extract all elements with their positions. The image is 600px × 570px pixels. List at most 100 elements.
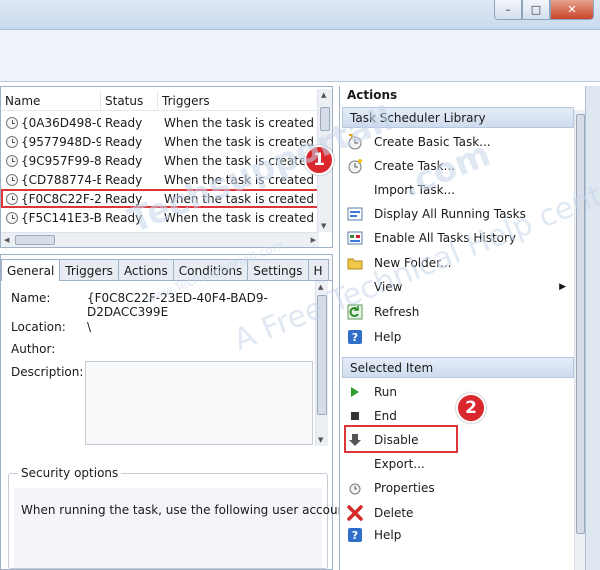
step-2-badge: 2 <box>456 393 486 423</box>
action-label: End <box>374 409 397 423</box>
svg-text:?: ? <box>352 331 358 344</box>
task-name: {9C957F99-8... <box>21 153 101 168</box>
scroll-thumb[interactable] <box>15 235 55 245</box>
description-field[interactable] <box>85 361 313 445</box>
actions-vertical-scrollbar[interactable] <box>574 110 585 570</box>
table-row[interactable]: {9C957F99-8... Ready When the task is cr… <box>1 151 319 170</box>
properties-icon <box>346 479 364 497</box>
action-export[interactable]: Export... <box>346 453 572 475</box>
clock-icon <box>6 173 18 186</box>
column-status[interactable]: Status <box>101 91 158 110</box>
table-row-selected[interactable]: {F0C8C22F-2... Ready When the task is cr… <box>1 189 319 208</box>
action-label: Properties <box>374 481 435 495</box>
task-trigger: When the task is created or m <box>164 153 319 168</box>
window-right-border <box>585 86 600 570</box>
delete-icon <box>346 504 364 522</box>
clock-icon <box>6 192 18 205</box>
task-trigger: When the task is created or m <box>164 115 319 130</box>
svg-text:?: ? <box>352 529 358 542</box>
location-value: \ <box>87 320 92 334</box>
tab-settings[interactable]: Settings <box>247 259 309 280</box>
security-account-text: When running the task, use the following… <box>21 503 354 517</box>
task-status: Ready <box>105 191 143 206</box>
clock-icon <box>6 116 18 129</box>
table-row[interactable]: {F5C141E3-B... Ready When the task is cr… <box>1 208 319 227</box>
tab-general[interactable]: General <box>1 259 61 281</box>
toolbar-area <box>0 30 600 82</box>
task-name: {9577948D-9... <box>21 134 101 149</box>
action-create-task[interactable]: Create Task... <box>346 155 572 177</box>
details-tabs: General Triggers Actions Conditions Sett… <box>1 259 332 281</box>
action-delete[interactable]: Delete <box>346 502 572 524</box>
action-refresh[interactable]: Refresh <box>346 301 572 323</box>
refresh-icon <box>346 303 364 321</box>
clock-icon <box>6 135 18 148</box>
action-label: Display All Running Tasks <box>374 207 526 221</box>
actions-pane: Actions Task Scheduler Library Create Ba… <box>339 86 585 570</box>
action-label: Export... <box>374 457 425 471</box>
history-icon <box>346 229 364 247</box>
clock-icon <box>6 211 18 224</box>
table-row[interactable]: {CD788774-E... Ready When the task is cr… <box>1 170 319 189</box>
section-selected-item[interactable]: Selected Item <box>342 357 574 378</box>
maximize-button[interactable]: □ <box>522 0 550 20</box>
action-properties[interactable]: Properties <box>346 477 572 499</box>
author-label: Author: <box>11 342 56 356</box>
action-view[interactable]: View ▶ <box>346 276 572 298</box>
action-enable-tasks-history[interactable]: Enable All Tasks History <box>346 227 572 249</box>
scroll-up-icon[interactable]: ▲ <box>321 91 326 99</box>
task-name: {F5C141E3-B... <box>21 210 101 225</box>
column-triggers[interactable]: Triggers <box>158 91 319 110</box>
folder-icon <box>346 254 364 272</box>
tab-conditions[interactable]: Conditions <box>172 259 249 280</box>
scroll-down-icon[interactable]: ▼ <box>321 222 326 230</box>
table-row[interactable]: {9577948D-9... Ready When the task is cr… <box>1 132 319 151</box>
action-label: Help <box>374 528 402 542</box>
name-value: {F0C8C22F-23ED-40F4-BAD9-D2DACC399E <box>87 291 268 319</box>
task-status: Ready <box>105 115 143 130</box>
close-button[interactable]: ✕ <box>550 0 594 20</box>
column-name[interactable]: Name <box>1 91 101 110</box>
task-status: Ready <box>105 153 143 168</box>
action-help[interactable]: ? Help <box>346 326 572 348</box>
help-icon: ? <box>346 328 364 346</box>
action-create-basic-task[interactable]: Create Basic Task... <box>346 131 572 153</box>
help-icon: ? <box>346 526 364 544</box>
action-new-folder[interactable]: New Folder... <box>346 252 572 274</box>
task-status: Ready <box>105 134 143 149</box>
scroll-up-icon[interactable]: ▲ <box>318 283 323 291</box>
task-list-pane: Name Status Triggers {0A36D498-0... Read… <box>0 86 333 248</box>
minimize-button[interactable]: – <box>494 0 522 20</box>
task-list-horizontal-scrollbar[interactable]: ◀ ▶ <box>1 232 319 247</box>
details-vertical-scrollbar[interactable]: ▲ ▼ <box>315 281 328 446</box>
create-task-icon <box>346 157 364 175</box>
scroll-right-icon[interactable]: ▶ <box>311 236 316 244</box>
task-trigger: When the task is created or m <box>164 210 319 225</box>
section-task-scheduler-library[interactable]: Task Scheduler Library <box>342 107 574 128</box>
action-label: Enable All Tasks History <box>374 231 517 245</box>
task-trigger: When the task is created or m <box>164 191 319 206</box>
scroll-down-icon[interactable]: ▼ <box>318 436 323 444</box>
scroll-thumb[interactable] <box>317 295 327 415</box>
scroll-thumb[interactable] <box>576 114 585 534</box>
task-trigger: When the task is created or m <box>164 134 319 149</box>
action-label: View <box>374 280 403 294</box>
task-name: {F0C8C22F-2... <box>21 191 101 206</box>
tab-history[interactable]: H <box>307 259 329 280</box>
action-label: New Folder... <box>374 256 452 270</box>
submenu-arrow-icon: ▶ <box>559 282 566 292</box>
action-help-selected[interactable]: ? Help <box>346 526 572 544</box>
table-row[interactable]: {0A36D498-0... Ready When the task is cr… <box>1 113 319 132</box>
disable-highlight-box <box>344 425 458 453</box>
scroll-left-icon[interactable]: ◀ <box>4 236 9 244</box>
tab-actions[interactable]: Actions <box>117 259 174 280</box>
tab-triggers[interactable]: Triggers <box>59 259 119 280</box>
action-display-running-tasks[interactable]: Display All Running Tasks <box>346 203 572 225</box>
action-import-task[interactable]: Import Task... <box>346 179 572 201</box>
task-details-pane: General Triggers Actions Conditions Sett… <box>0 254 354 570</box>
task-list-header: Name Status Triggers <box>1 91 319 111</box>
action-label: Delete <box>374 506 414 520</box>
scroll-thumb[interactable] <box>320 107 330 131</box>
task-name: {0A36D498-0... <box>21 115 101 130</box>
window-title-bar: – □ ✕ <box>0 0 600 30</box>
